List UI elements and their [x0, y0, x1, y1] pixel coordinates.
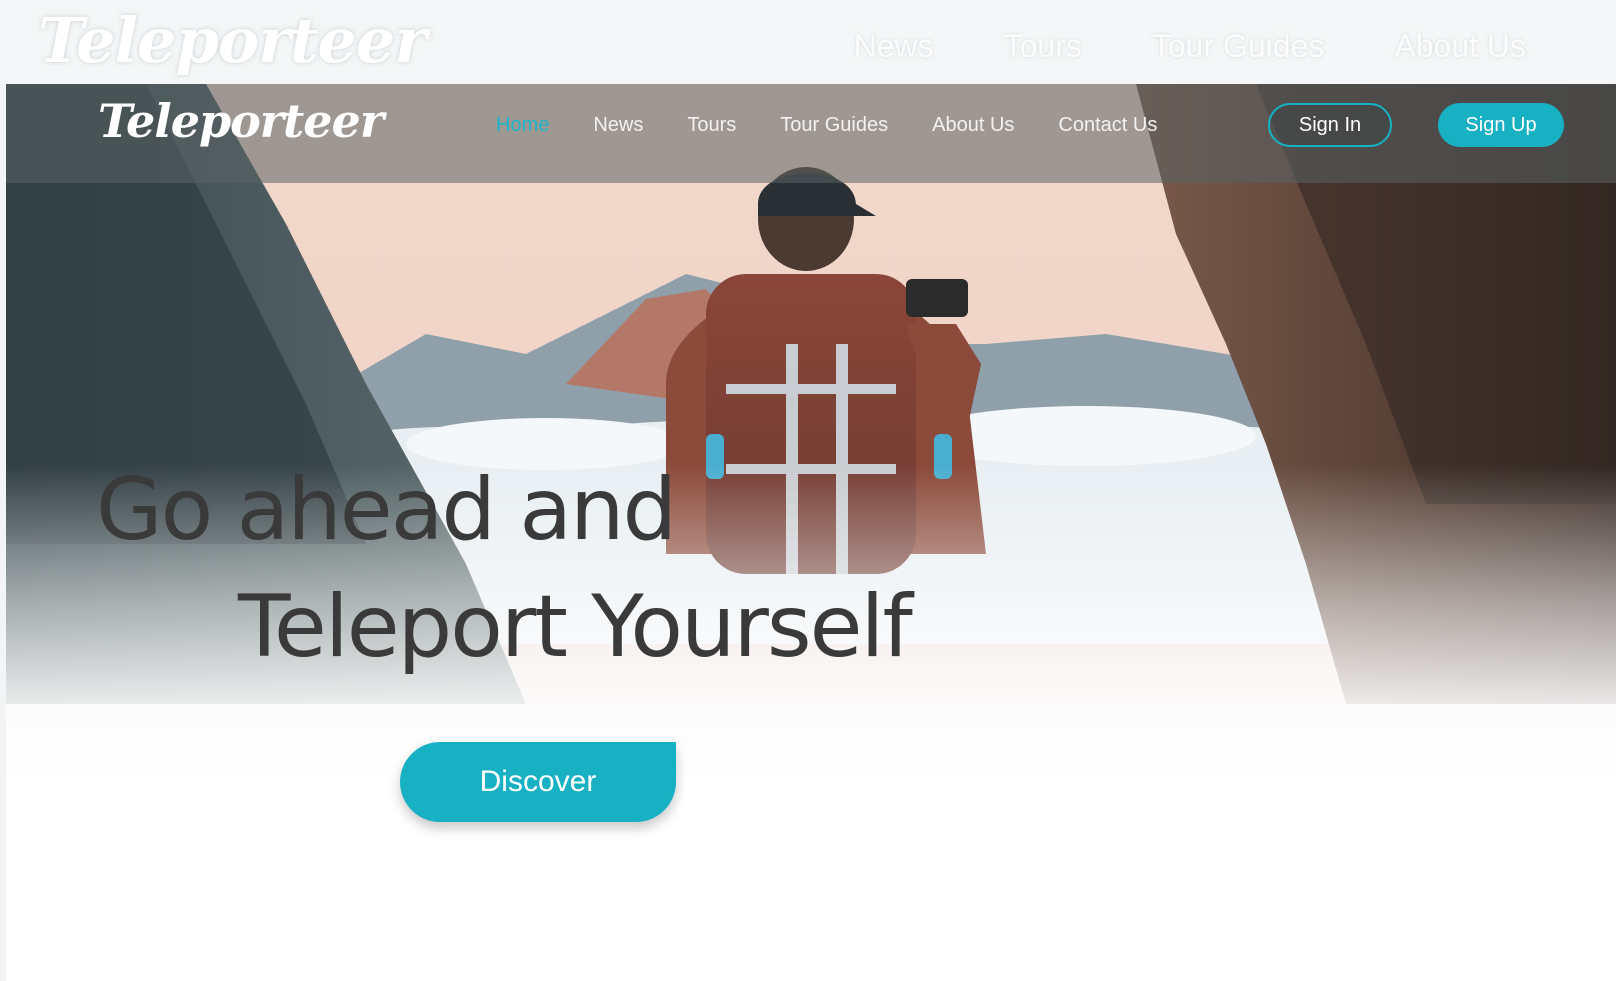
- sign-in-button[interactable]: Sign In: [1268, 103, 1392, 147]
- ghost-header: Teleporteer News Tours Tour Guides About…: [0, 0, 1616, 84]
- ghost-nav-item-about-us: About Us: [1394, 28, 1526, 64]
- discover-button[interactable]: Discover: [400, 742, 676, 822]
- ghost-nav-item-tour-guides: Tour Guides: [1151, 28, 1325, 64]
- sign-up-button[interactable]: Sign Up: [1438, 103, 1564, 147]
- hero-section: Teleporteer Home News Tours Tour Guides …: [6, 84, 1616, 981]
- ghost-nav: News Tours Tour Guides About Us: [854, 28, 1526, 65]
- nav-item-tours[interactable]: Tours: [687, 114, 736, 137]
- nav-links: Home News Tours Tour Guides About Us Con…: [496, 114, 1201, 137]
- nav-item-contact-us[interactable]: Contact Us: [1058, 114, 1157, 137]
- nav-item-home[interactable]: Home: [496, 114, 549, 137]
- hero-headline-line2: Teleport Yourself: [238, 577, 913, 677]
- ghost-nav-item-tours: Tours: [1003, 28, 1082, 64]
- nav-item-about-us[interactable]: About Us: [932, 114, 1014, 137]
- nav-item-tour-guides[interactable]: Tour Guides: [780, 114, 888, 137]
- ghost-nav-item-news: News: [853, 28, 934, 64]
- nav-item-news[interactable]: News: [593, 114, 643, 137]
- brand-logo[interactable]: Teleporteer: [98, 94, 384, 148]
- ghost-logo: Teleporteer: [38, 4, 427, 77]
- hero-headline-line1: Go ahead and: [96, 460, 677, 560]
- navbar: Teleporteer Home News Tours Tour Guides …: [6, 84, 1616, 183]
